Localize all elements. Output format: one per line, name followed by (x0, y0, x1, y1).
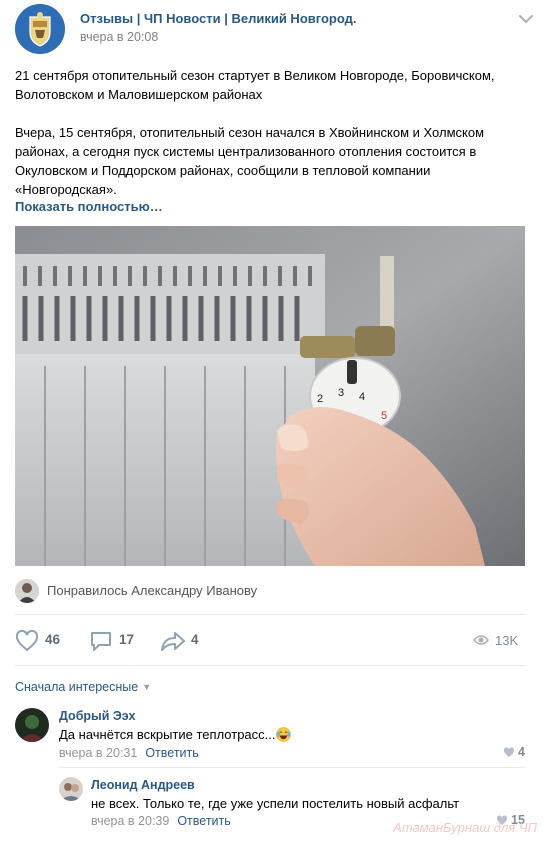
post-time[interactable]: вчера в 20:08 (80, 30, 158, 44)
comment-item: Добрый Ээх Да начнётся вскрытие теплотра… (15, 708, 525, 763)
comment-text-content: Да начнётся вскрытие теплотрасс... (59, 727, 276, 742)
comment-author[interactable]: Леонид Андреев (91, 778, 195, 792)
laughing-tears-emoji-icon (275, 727, 291, 742)
divider (15, 665, 525, 666)
radiator-thermostat-photo-icon: 2 3 4 5 (15, 226, 525, 566)
comment-text: Да начнётся вскрытие теплотрасс... (59, 727, 291, 742)
comment-button[interactable]: 17 (89, 628, 139, 654)
comment-author-avatar[interactable] (59, 777, 83, 801)
comment-like-button[interactable]: 4 (503, 745, 543, 761)
post-photo[interactable]: 2 3 4 5 (15, 226, 525, 566)
user-avatar-icon (15, 708, 49, 742)
reply-button[interactable]: Ответить (177, 814, 230, 828)
eye-icon (473, 635, 489, 645)
share-count: 4 (191, 632, 199, 647)
coat-of-arms-icon (15, 4, 65, 54)
comments-sort-dropdown[interactable]: Сначала интересные ▼ (15, 680, 151, 694)
views-counter: 13K (465, 628, 525, 654)
comment-author-avatar[interactable] (15, 708, 49, 742)
liked-by-text[interactable]: Понравилось Александру Иванову (47, 583, 257, 598)
divider (15, 614, 525, 615)
liked-user-avatar[interactable] (15, 579, 39, 603)
post-text: 21 сентября отопительный сезон стартует … (15, 66, 520, 199)
liked-by-row[interactable]: Понравилось Александру Иванову (15, 579, 525, 603)
sort-label: Сначала интересные (15, 680, 139, 694)
divider (59, 767, 525, 768)
share-icon (161, 632, 185, 651)
group-name[interactable]: Отзывы | ЧП Новости | Великий Новгород. (80, 11, 357, 26)
views-count: 13K (495, 633, 519, 648)
post-actions: 46 17 4 13K (15, 628, 525, 654)
watermark: АтаманБурнаш для ЧП (393, 820, 537, 835)
comment-time[interactable]: вчера в 20:39 (91, 814, 169, 828)
chevron-down-icon[interactable] (517, 12, 535, 26)
thermostat-label-5: 5 (381, 410, 387, 422)
chevron-down-icon: ▼ (142, 682, 152, 692)
heart-icon (503, 747, 515, 757)
post-header: Отзывы | ЧП Новости | Великий Новгород. … (15, 4, 535, 54)
like-count: 46 (45, 632, 61, 647)
comment-icon (91, 632, 111, 651)
comment-author[interactable]: Добрый Ээх (59, 709, 135, 723)
like-button[interactable]: 46 (15, 628, 65, 654)
group-avatar[interactable] (15, 4, 65, 54)
reply-button[interactable]: Ответить (145, 746, 198, 760)
share-button[interactable]: 4 (160, 628, 210, 654)
thermostat-label-2: 2 (317, 393, 323, 405)
thermostat-label-3: 3 (338, 387, 344, 399)
thermostat-label-4: 4 (359, 391, 365, 403)
heart-icon (15, 630, 39, 652)
comment-like-count: 4 (518, 745, 525, 759)
comment-count: 17 (119, 632, 135, 647)
post-paragraph-2: Вчера, 15 сентября, отопительный сезон н… (15, 125, 485, 197)
comment-meta: вчера в 20:39 Ответить (91, 814, 231, 828)
post-paragraph-1: 21 сентября отопительный сезон стартует … (15, 68, 495, 102)
comment-time[interactable]: вчера в 20:31 (59, 746, 137, 760)
show-more-link[interactable]: Показать полностью… (15, 199, 163, 214)
comment-meta: вчера в 20:31 Ответить (59, 746, 199, 760)
user-avatar-icon (59, 777, 83, 801)
comment-text: не всех. Только те, где уже успели посте… (91, 796, 460, 811)
user-avatar-icon (15, 579, 39, 603)
